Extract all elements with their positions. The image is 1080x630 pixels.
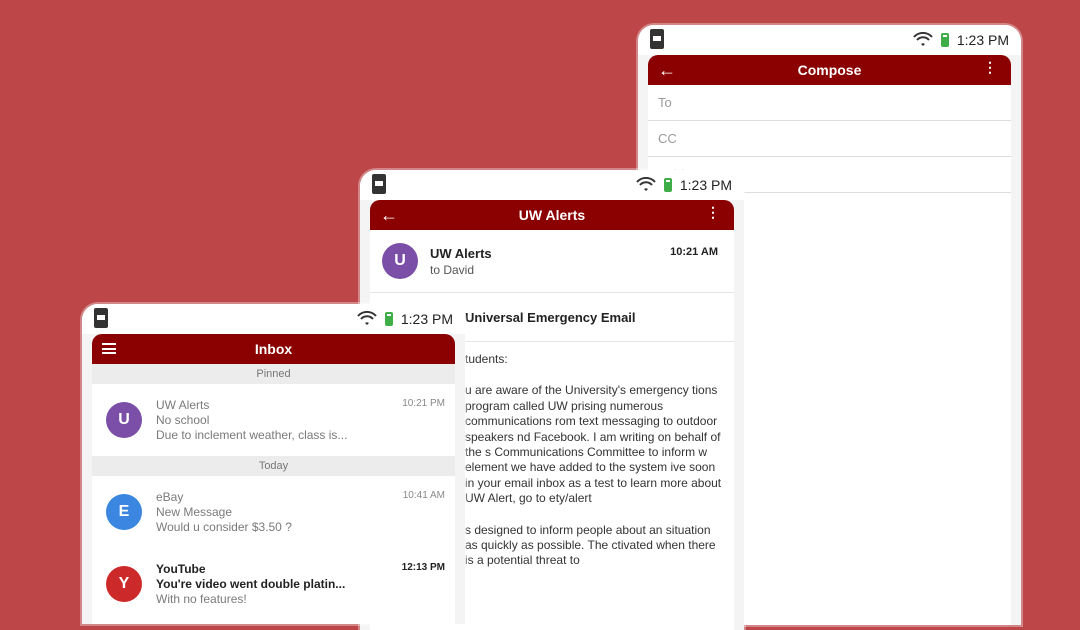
mail-item[interactable]: Y YouTube You're video went double plati… <box>92 548 455 620</box>
battery-icon <box>663 178 672 192</box>
section-today: Today <box>92 456 455 476</box>
avatar: U <box>106 402 142 438</box>
mail-preview: Would u consider $3.50 ? <box>156 519 292 534</box>
mail-item[interactable]: U UW Alerts No school Due to inclement w… <box>92 384 455 456</box>
overflow-menu-icon[interactable]: ⋮ <box>706 204 720 221</box>
wifi-icon <box>357 311 377 325</box>
section-pinned: Pinned <box>92 364 455 384</box>
mail-subject: New Message <box>156 504 233 519</box>
wifi-icon <box>636 177 656 191</box>
compose-title: Compose <box>797 62 862 78</box>
status-bar: 1:23 PM <box>360 170 744 200</box>
back-arrow-icon[interactable]: ← <box>658 60 676 81</box>
wifi-icon <box>913 32 933 46</box>
mail-sender: UW Alerts <box>156 397 210 412</box>
avatar: Y <box>106 566 142 602</box>
mail-time: 12:13 PM <box>401 562 445 573</box>
to-field[interactable]: To <box>648 85 1011 121</box>
mail-preview: With no features! <box>156 591 247 606</box>
overflow-menu-icon[interactable]: ⋮ <box>983 59 997 76</box>
avatar: U <box>382 243 418 279</box>
email-header: U UW Alerts to David 10:21 AM <box>370 230 734 293</box>
cc-field[interactable]: CC <box>648 121 1011 157</box>
mail-list: Pinned U UW Alerts No school Due to incl… <box>92 364 455 624</box>
avatar: E <box>106 494 142 530</box>
inbox-device: 1:23 PM Inbox Pinned U UW Alerts No scho… <box>82 304 465 624</box>
back-arrow-icon[interactable]: ← <box>380 205 398 226</box>
mail-preview: Due to inclement weather, class is... <box>156 427 348 442</box>
email-time: 10:21 AM <box>670 246 718 258</box>
mail-subject: You're video went double platin... <box>156 576 346 591</box>
notification-icon <box>372 174 386 194</box>
inbox-app-bar: Inbox <box>92 334 455 364</box>
email-paragraph: s designed to inform people about an sit… <box>465 522 716 568</box>
mail-item[interactable]: E eBay New Message Would u consider $3.5… <box>92 476 455 548</box>
notification-icon <box>650 29 664 49</box>
status-bar: 1:23 PM <box>638 25 1021 55</box>
mail-time: 10:21 PM <box>402 398 445 409</box>
notification-icon <box>94 308 108 328</box>
hamburger-menu-icon[interactable] <box>102 343 116 354</box>
status-time: 1:23 PM <box>679 177 732 193</box>
mail-sender: eBay <box>156 489 184 504</box>
status-time: 1:23 PM <box>400 311 453 327</box>
battery-icon <box>940 33 949 47</box>
battery-icon <box>384 312 393 326</box>
compose-app-bar: ← Compose ⋮ <box>648 55 1011 85</box>
email-paragraph: u are aware of the University's emergenc… <box>465 383 722 506</box>
inbox-title: Inbox <box>254 341 293 357</box>
alerts-title: UW Alerts <box>518 207 586 223</box>
mail-time: 10:41 AM <box>402 490 445 501</box>
email-sender: UW Alerts <box>430 245 492 261</box>
status-bar: 1:23 PM <box>82 304 465 334</box>
mail-sender: YouTube <box>156 561 206 576</box>
mail-subject: No school <box>156 412 210 427</box>
email-paragraph: tudents: <box>465 352 508 366</box>
status-time: 1:23 PM <box>956 32 1009 48</box>
alerts-app-bar: ← UW Alerts ⋮ <box>370 200 734 230</box>
email-recipient: to David <box>430 262 475 277</box>
